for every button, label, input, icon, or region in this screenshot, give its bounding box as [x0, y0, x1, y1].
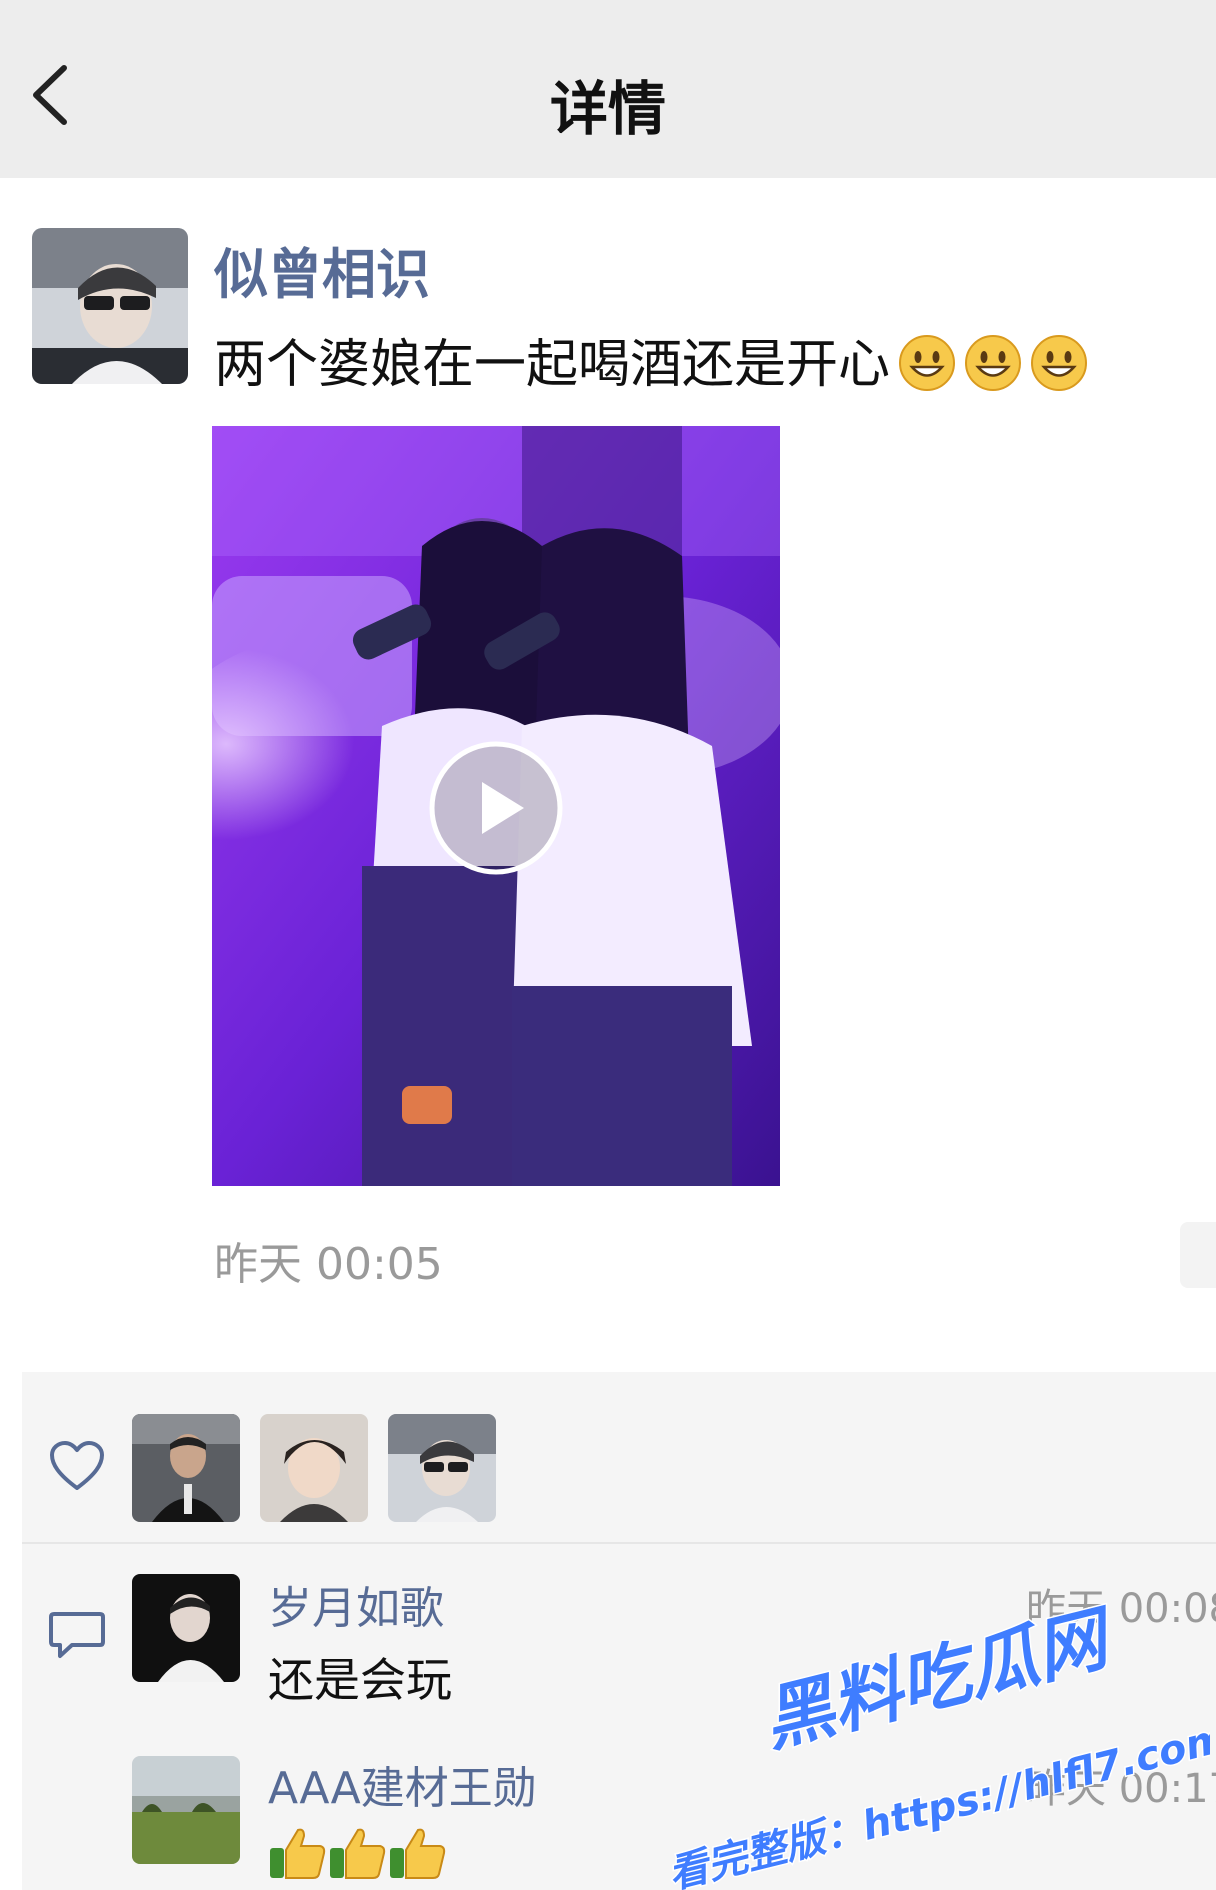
author-name[interactable]: 似曾相识 — [214, 230, 430, 309]
smile-emoji-icon — [1031, 335, 1088, 391]
nav-bar: 详情 — [0, 0, 1216, 178]
smile-emoji-icon — [965, 335, 1022, 391]
heart-icon — [50, 1441, 104, 1490]
thumbs-up-emoji-icon — [270, 1828, 326, 1879]
commenter-avatar[interactable] — [132, 1756, 240, 1864]
section-divider — [22, 1542, 1216, 1544]
more-actions-button[interactable] — [1180, 1222, 1216, 1288]
smile-emoji-icon — [899, 335, 956, 391]
comment-time: 昨天 00:08 — [1026, 1586, 1216, 1632]
commenter-name[interactable]: 岁月如歌 — [268, 1572, 444, 1636]
comment-text: 还是会玩 — [268, 1653, 452, 1707]
thumbs-up-emoji-icon — [390, 1828, 446, 1879]
comment-time: 昨天 00:17 — [1026, 1766, 1216, 1812]
liker-avatar-2[interactable] — [260, 1414, 368, 1522]
commenter-avatar[interactable] — [132, 1574, 240, 1682]
liker-avatar-1[interactable] — [132, 1414, 240, 1522]
post-text-content: 两个婆娘在一起喝酒还是开心 — [214, 335, 891, 395]
author-avatar[interactable] — [32, 228, 188, 384]
comment-icon — [49, 1612, 105, 1658]
play-icon[interactable] — [428, 740, 564, 876]
commenter-name[interactable]: AAA建材王勋 — [268, 1752, 537, 1816]
liker-avatar-3[interactable] — [388, 1414, 496, 1522]
comment-text — [268, 1822, 448, 1882]
post-timestamp: 昨天 00:05 — [214, 1239, 443, 1290]
post-text: 两个婆娘在一起喝酒还是开心 — [214, 322, 1088, 397]
page-title: 详情 — [549, 75, 666, 143]
thumbs-up-emoji-icon — [330, 1828, 386, 1879]
